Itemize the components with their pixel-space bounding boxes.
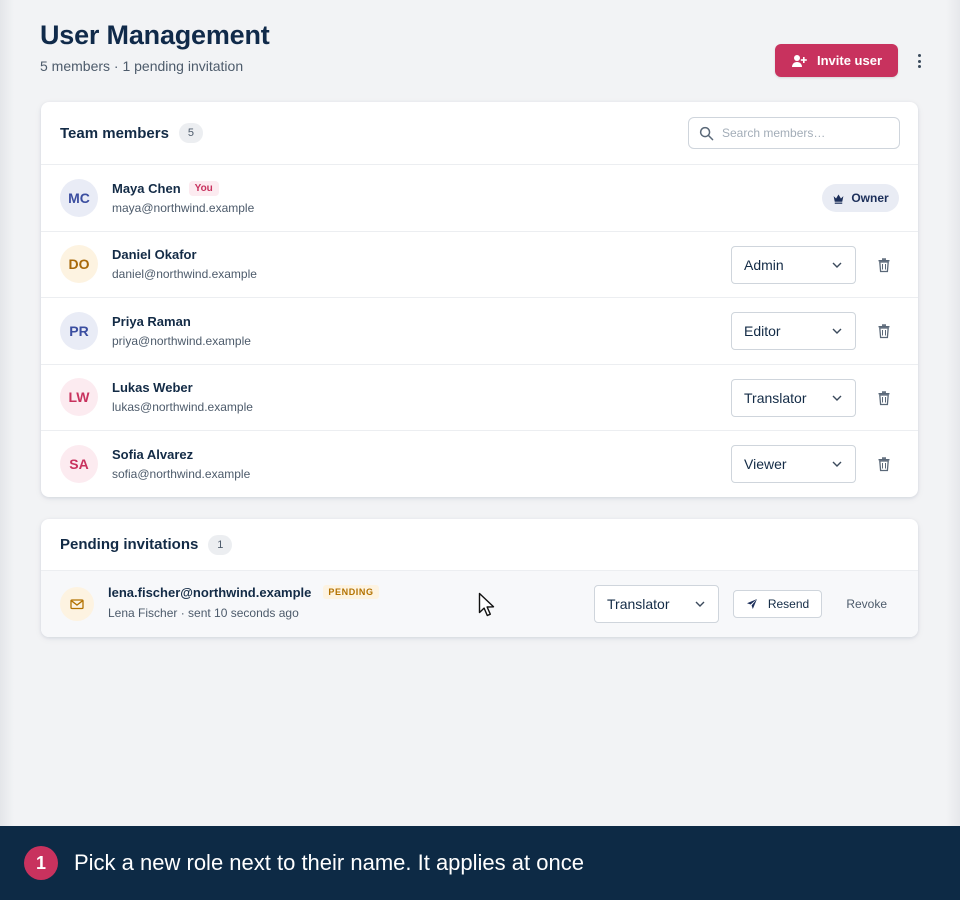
trash-icon[interactable] bbox=[876, 257, 892, 273]
team-members-card: Team members 5 MC Maya Chen You maya@nor… bbox=[41, 102, 918, 497]
trash-icon[interactable] bbox=[876, 456, 892, 472]
member-row: MC Maya Chen You maya@northwind.example … bbox=[41, 165, 918, 232]
chevron-down-icon bbox=[832, 395, 842, 401]
member-row: PR Priya Raman priya@northwind.example E… bbox=[41, 298, 918, 365]
member-email: maya@northwind.example bbox=[112, 200, 255, 215]
role-value: Translator bbox=[744, 389, 807, 406]
trash-icon[interactable] bbox=[876, 323, 892, 339]
avatar: DO bbox=[60, 245, 98, 284]
owner-badge: Owner bbox=[822, 184, 899, 212]
invite-user-label: Invite user bbox=[816, 53, 883, 68]
role-value: Viewer bbox=[744, 456, 787, 472]
avatar: MC bbox=[60, 178, 98, 217]
member-email: sofia@northwind.example bbox=[112, 467, 251, 482]
member-row: DO Daniel Okafor daniel@northwind.exampl… bbox=[41, 232, 918, 298]
invitation-info: lena.fischer@northwind.example PENDING L… bbox=[108, 585, 379, 620]
role-value: Editor bbox=[744, 323, 781, 339]
search-icon bbox=[699, 126, 714, 140]
role-select[interactable]: Translator bbox=[731, 378, 856, 417]
tutorial-banner: 1 Pick a new role next to their name. It… bbox=[0, 826, 960, 900]
pending-invitations-header: Pending invitations 1 bbox=[41, 519, 918, 571]
member-name: Sofia Alvarez bbox=[112, 447, 194, 463]
member-info: Priya Raman priya@northwind.example bbox=[112, 314, 251, 348]
step-instruction: Pick a new role next to their name. It a… bbox=[74, 850, 584, 875]
resend-label: Resend bbox=[767, 597, 810, 611]
page-edge-left bbox=[0, 0, 14, 826]
pending-invitations-count: 1 bbox=[208, 534, 233, 555]
member-info: Lukas Weber lukas@northwind.example bbox=[112, 380, 253, 414]
page-header: User Management 5 members · 1 pending in… bbox=[40, 18, 921, 88]
chevron-down-icon bbox=[832, 328, 842, 334]
member-name: Priya Raman bbox=[112, 313, 191, 329]
page-edge-right bbox=[946, 0, 960, 826]
owner-label: Owner bbox=[851, 191, 889, 205]
role-select[interactable]: Admin bbox=[731, 245, 856, 284]
mail-icon bbox=[70, 599, 84, 610]
pending-invitations-card: Pending invitations 1 lena.fischer@north… bbox=[41, 519, 918, 637]
chevron-down-icon bbox=[695, 601, 705, 607]
chevron-down-icon bbox=[832, 262, 842, 268]
member-name-line: Maya Chen You bbox=[112, 180, 254, 196]
member-info: Maya Chen You maya@northwind.example bbox=[112, 180, 255, 215]
member-name: Lukas Weber bbox=[112, 380, 193, 396]
member-email: priya@northwind.example bbox=[112, 333, 251, 348]
invitation-role-select[interactable]: Translator bbox=[594, 585, 719, 623]
role-value: Admin bbox=[744, 256, 784, 273]
member-name: Maya Chen bbox=[112, 180, 181, 196]
member-name: Daniel Okafor bbox=[112, 247, 197, 263]
avatar: LW bbox=[60, 378, 98, 417]
invite-user-button[interactable]: Invite user bbox=[775, 44, 898, 77]
invitation-email-line: lena.fischer@northwind.example PENDING bbox=[108, 585, 379, 600]
invitation-meta: Lena Fischer · sent 10 seconds ago bbox=[108, 605, 299, 620]
send-icon bbox=[746, 599, 757, 609]
pending-badge: PENDING bbox=[323, 585, 379, 599]
crown-icon bbox=[833, 193, 844, 204]
you-badge: You bbox=[188, 180, 219, 196]
search-input[interactable] bbox=[722, 126, 889, 140]
role-select[interactable]: Editor bbox=[731, 312, 856, 350]
team-members-header: Team members 5 bbox=[41, 102, 918, 165]
member-email: daniel@northwind.example bbox=[112, 267, 257, 282]
search-field[interactable] bbox=[688, 117, 900, 149]
mail-avatar bbox=[60, 587, 94, 621]
member-info: Daniel Okafor daniel@northwind.example bbox=[112, 247, 257, 281]
team-members-title: Team members bbox=[60, 124, 169, 142]
invitation-email: lena.fischer@northwind.example bbox=[108, 584, 312, 600]
more-vertical-icon[interactable] bbox=[914, 51, 924, 71]
avatar: SA bbox=[60, 445, 98, 484]
avatar: PR bbox=[60, 311, 98, 350]
step-number: 1 bbox=[24, 846, 58, 880]
chevron-down-icon bbox=[832, 461, 842, 467]
member-email: lukas@northwind.example bbox=[112, 400, 253, 415]
resend-button[interactable]: Resend bbox=[733, 590, 822, 618]
member-info: Sofia Alvarez sofia@northwind.example bbox=[112, 447, 250, 481]
role-value: Translator bbox=[607, 596, 670, 612]
mouse-cursor-icon bbox=[478, 592, 495, 617]
user-plus-icon bbox=[791, 54, 807, 67]
team-members-count: 5 bbox=[178, 123, 203, 143]
role-select[interactable]: Viewer bbox=[731, 445, 856, 483]
pending-invitations-title: Pending invitations bbox=[60, 536, 199, 553]
member-row: SA Sofia Alvarez sofia@northwind.example… bbox=[41, 431, 918, 497]
revoke-button[interactable]: Revoke bbox=[846, 597, 887, 611]
trash-icon[interactable] bbox=[876, 390, 892, 406]
member-row: LW Lukas Weber lukas@northwind.example T… bbox=[41, 365, 918, 431]
